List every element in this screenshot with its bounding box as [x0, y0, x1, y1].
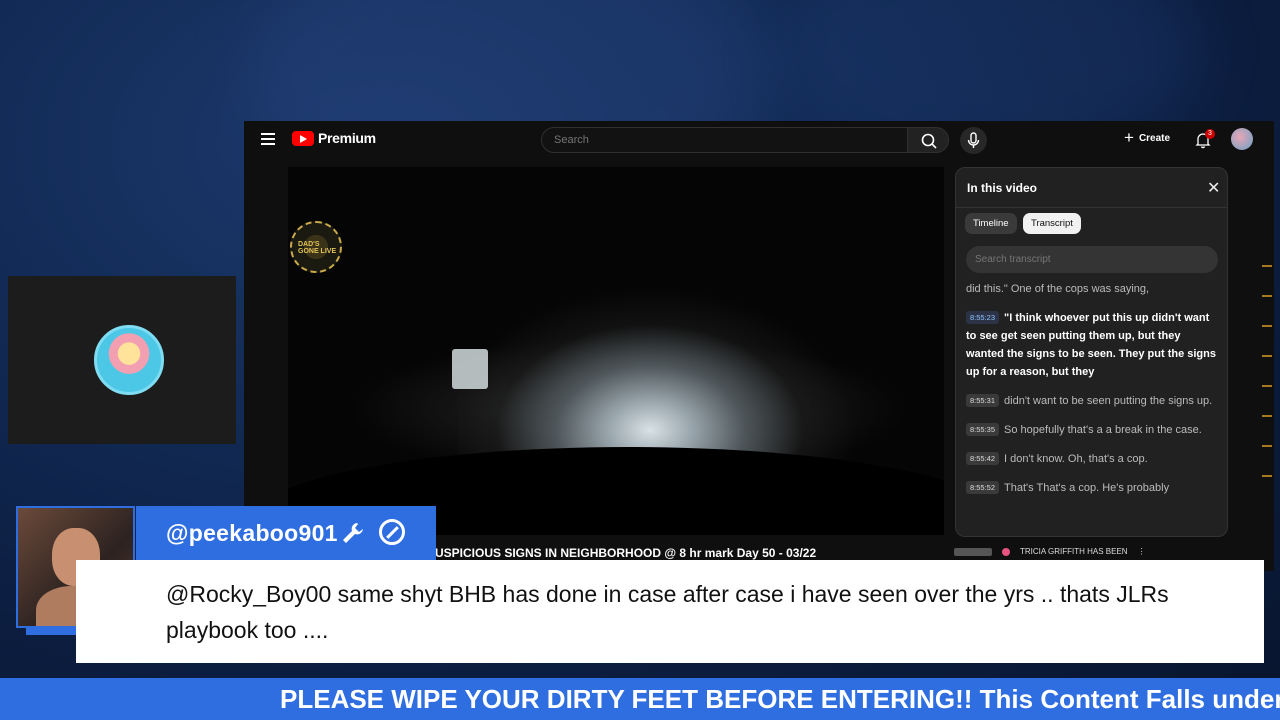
moderator-icon [379, 519, 405, 545]
youtube-window: Premium + Create 3 [244, 121, 1274, 571]
create-label: Create [1138, 132, 1171, 144]
transcript-item[interactable]: 8:55:31 didn't want to be seen putting th… [966, 392, 1218, 410]
wrench-icon [343, 523, 363, 543]
in-this-video-panel: In this video ✕ Timeline Transcript did … [955, 167, 1228, 537]
channel-logo-text: DAD'S GONE LIVE [298, 241, 337, 255]
chat-message-box: @Rocky_Boy00 same shyt BHB has done in c… [76, 560, 1264, 663]
transcript-text: did this." One of the cops was saying, [966, 283, 1150, 295]
voice-search-button[interactable] [960, 127, 987, 154]
tab-transcript[interactable]: Transcript [1023, 213, 1081, 234]
transcript-timestamp[interactable]: 8:55:42 [966, 452, 1000, 465]
transcript-item[interactable]: 8:55:35 So hopefully that's a a break in … [966, 421, 1218, 439]
transcript-item[interactable]: 8:55:23 "I think whoever put this up didn… [966, 309, 1218, 381]
transcript-text: didn't want to be seen putting the signs… [1004, 395, 1213, 407]
ticker-text: PLEASE WIPE YOUR DIRTY FEET BEFORE ENTER… [280, 684, 1280, 714]
create-button[interactable]: + Create [1124, 128, 1171, 147]
youtube-logo[interactable]: Premium [292, 130, 376, 146]
transcript-item[interactable]: did this." One of the cops was saying, [966, 280, 1218, 298]
transcript-item[interactable]: 8:55:42 I don't know. Oh, that's a cop. [966, 450, 1218, 468]
transcript-search-field[interactable] [966, 246, 1218, 273]
transcript-list: did this." One of the cops was saying, 8:… [966, 280, 1218, 508]
related-video[interactable]: TRICIA GRIFFITH HAS BEEN ⋮ [954, 547, 1146, 556]
chat-username-bar: @peekaboo901 [136, 506, 436, 560]
close-icon[interactable]: ✕ [1207, 178, 1220, 198]
panel-title: In this video [967, 181, 1038, 195]
video-player[interactable]: DAD'S GONE LIVE [288, 167, 944, 535]
panel-divider [956, 207, 1227, 208]
video-title[interactable]: USPICIOUS SIGNS IN NEIGHBORHOOD @ 8 hr m… [435, 546, 816, 560]
related-channel-icon [954, 547, 992, 556]
search-input[interactable] [542, 128, 907, 152]
search-field[interactable] [541, 127, 908, 153]
transcript-text: I don't know. Oh, that's a cop. [1004, 453, 1148, 465]
transcript-timestamp[interactable]: 8:55:35 [966, 423, 1000, 436]
related-thumb-icon [1002, 547, 1010, 556]
more-options-icon[interactable]: ⋮ [1138, 547, 1146, 556]
transcript-text: So hopefully that's a a break in the cas… [1004, 424, 1202, 436]
search-icon [921, 133, 937, 149]
channel-watermark-logo: DAD'S GONE LIVE [290, 221, 342, 273]
youtube-header: Premium + Create 3 [244, 121, 1274, 159]
roadside-sign [452, 349, 488, 389]
chat-username: @peekaboo901 [166, 520, 338, 546]
search-button[interactable] [907, 127, 949, 153]
tab-timeline[interactable]: Timeline [965, 213, 1017, 234]
transcript-text: "I think whoever put this up didn't want… [966, 312, 1216, 378]
chat-message-text: @Rocky_Boy00 same shyt BHB has done in c… [166, 581, 1169, 643]
notification-badge: 3 [1205, 129, 1215, 139]
transcript-timestamp[interactable]: 8:55:23 [966, 311, 1000, 324]
logo-text: Premium [318, 130, 376, 146]
microphone-icon [967, 132, 980, 148]
timeline-ticks [1262, 265, 1274, 505]
transcript-item[interactable]: 8:55:52 That's That's a cop. He's probabl… [966, 479, 1218, 497]
transcript-timestamp[interactable]: 8:55:31 [966, 394, 1000, 407]
youtube-play-icon [292, 130, 314, 146]
plus-icon: + [1124, 128, 1134, 147]
transcript-timestamp[interactable]: 8:55:52 [966, 481, 1000, 494]
account-avatar[interactable] [1231, 128, 1253, 150]
transcript-search-input[interactable] [966, 246, 1218, 273]
related-video-title: TRICIA GRIFFITH HAS BEEN [1020, 547, 1128, 556]
news-ticker: PLEASE WIPE YOUR DIRTY FEET BEFORE ENTER… [0, 678, 1280, 720]
streamer-avatar-card [8, 276, 236, 444]
transcript-text: That's That's a cop. He's probably [1004, 482, 1170, 494]
streamer-avatar [94, 325, 164, 395]
menu-icon[interactable] [261, 133, 275, 145]
